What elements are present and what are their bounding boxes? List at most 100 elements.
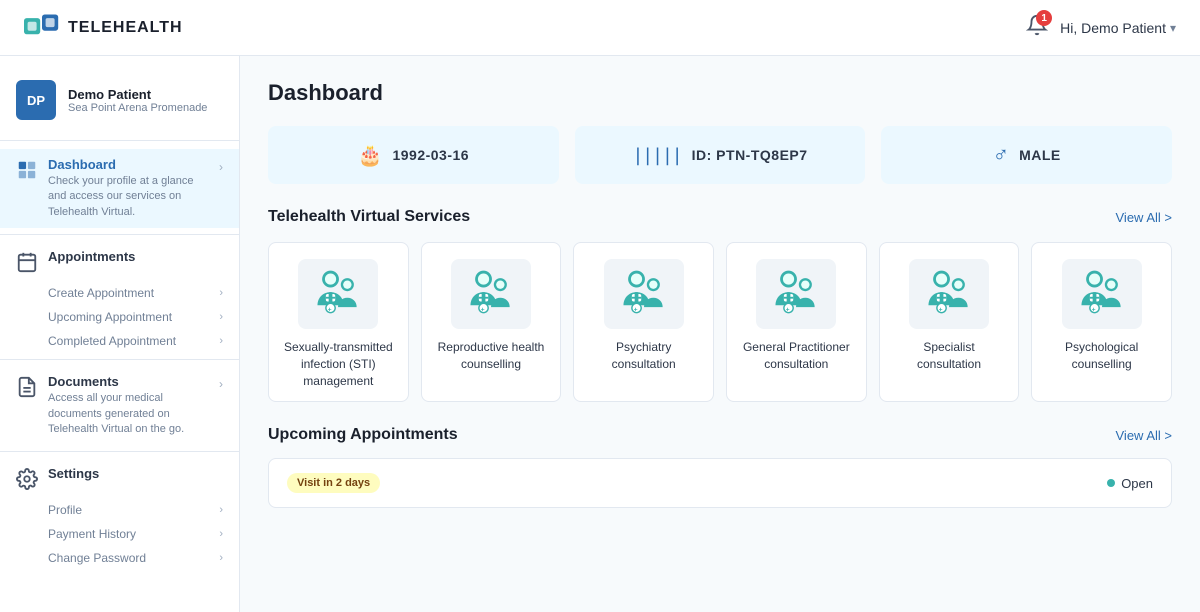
documents-nav-label: Documents — [48, 374, 209, 389]
payment-subitem-chevron: › — [219, 528, 223, 540]
profile-name: Demo Patient — [68, 87, 207, 102]
payment-subitem-label: Payment History — [48, 527, 136, 541]
documents-nav-content: Documents Access all your medical docume… — [48, 374, 209, 437]
psychological-icon-wrapper: + — [1062, 259, 1142, 329]
psychiatry-icon-wrapper: + — [604, 259, 684, 329]
info-cards-row: 🎂 1992-03-16 ||||| ID: PTN-TQ8EP7 ♂ MALE — [268, 126, 1172, 184]
appointments-section-header: Upcoming Appointments View All > — [268, 426, 1172, 444]
gp-doctor-icon: + — [768, 266, 824, 322]
appointment-row: Visit in 2 days Open — [268, 458, 1172, 508]
chevron-down-icon: ▾ — [1170, 21, 1176, 35]
service-card-reproductive[interactable]: + Reproductive health counselling — [421, 242, 562, 402]
services-title: Telehealth Virtual Services — [268, 208, 470, 226]
logo-icon — [24, 14, 60, 42]
appointments-view-all[interactable]: View All > — [1116, 428, 1173, 443]
gender-card: ♂ MALE — [881, 126, 1172, 184]
sidebar: DP Demo Patient Sea Point Arena Promenad… — [0, 56, 240, 612]
sidebar-subitem-completed-appointment[interactable]: Completed Appointment › — [0, 329, 239, 353]
dashboard-nav-content: Dashboard Check your profile at a glance… — [48, 157, 209, 220]
svg-text:+: + — [1091, 307, 1095, 314]
birthday-icon: 🎂 — [358, 143, 383, 168]
change-password-chevron: › — [219, 552, 223, 564]
logo[interactable]: TELEHEALTH — [24, 14, 183, 42]
settings-icon — [16, 468, 38, 490]
notification-bell[interactable]: 1 — [1026, 14, 1048, 41]
settings-nav-label: Settings — [48, 466, 223, 481]
profile-subitem-label: Profile — [48, 503, 82, 517]
profile-location: Sea Point Arena Promenade — [68, 102, 207, 114]
service-card-specialist[interactable]: + Specialist consultation — [879, 242, 1020, 402]
services-view-all[interactable]: View All > — [1116, 210, 1173, 225]
sidebar-subitem-upcoming-appointment[interactable]: Upcoming Appointment › — [0, 305, 239, 329]
svg-text:+: + — [939, 307, 943, 314]
service-card-psychological[interactable]: + Psychological counselling — [1031, 242, 1172, 402]
service-card-sti[interactable]: + Sexually-transmitted infection (STI) m… — [268, 242, 409, 402]
sidebar-subitem-change-password[interactable]: Change Password › — [0, 546, 239, 570]
sti-doctor-icon: + — [310, 266, 366, 322]
main-content: Dashboard 🎂 1992-03-16 ||||| ID: PTN-TQ8… — [240, 56, 1200, 612]
psychological-label: Psychological counselling — [1044, 339, 1159, 373]
appointment-status: Open — [1107, 476, 1153, 491]
reproductive-label: Reproductive health counselling — [434, 339, 549, 373]
user-menu[interactable]: Hi, Demo Patient ▾ — [1060, 20, 1176, 36]
dob-card: 🎂 1992-03-16 — [268, 126, 559, 184]
appointments-nav-content: Appointments — [48, 249, 223, 264]
specialist-label: Specialist consultation — [892, 339, 1007, 373]
create-appointment-chevron: › — [219, 287, 223, 299]
appointments-nav-label: Appointments — [48, 249, 223, 264]
completed-appointment-label: Completed Appointment — [48, 334, 176, 348]
service-card-psychiatry[interactable]: + Psychiatry consultation — [573, 242, 714, 402]
notification-badge: 1 — [1036, 10, 1052, 26]
top-navigation: TELEHEALTH 1 Hi, Demo Patient ▾ — [0, 0, 1200, 56]
sidebar-item-documents[interactable]: Documents Access all your medical docume… — [0, 366, 239, 445]
sidebar-item-dashboard[interactable]: Dashboard Check your profile at a glance… — [0, 149, 239, 228]
appointments-icon — [16, 251, 38, 273]
documents-icon — [16, 376, 38, 398]
gender-value: MALE — [1019, 147, 1061, 163]
patient-id-value: ID: PTN-TQ8EP7 — [692, 147, 808, 163]
dashboard-icon — [16, 159, 38, 181]
nav-divider-3 — [0, 451, 239, 452]
specialist-doctor-icon: + — [921, 266, 977, 322]
documents-nav-desc: Access all your medical documents genera… — [48, 391, 209, 437]
sti-label: Sexually-transmitted infection (STI) man… — [281, 339, 396, 389]
gp-label: General Practitioner consultation — [739, 339, 854, 373]
dashboard-nav-desc: Check your profile at a glance and acces… — [48, 174, 209, 220]
create-appointment-label: Create Appointment — [48, 286, 154, 300]
svg-text:+: + — [328, 307, 332, 314]
nav-divider-2 — [0, 359, 239, 360]
topnav-right: 1 Hi, Demo Patient ▾ — [1026, 14, 1176, 41]
svg-text:+: + — [786, 307, 790, 314]
app-layout: DP Demo Patient Sea Point Arena Promenad… — [0, 56, 1200, 612]
sidebar-item-appointments[interactable]: Appointments — [0, 241, 239, 281]
svg-text:+: + — [481, 307, 485, 314]
appointment-badge: Visit in 2 days — [287, 473, 380, 493]
service-cards-grid: + Sexually-transmitted infection (STI) m… — [268, 242, 1172, 402]
greeting-text: Hi, Demo Patient — [1060, 20, 1166, 36]
sti-icon-wrapper: + — [298, 259, 378, 329]
dashboard-nav-label: Dashboard — [48, 157, 209, 172]
appointments-title: Upcoming Appointments — [268, 426, 458, 444]
upcoming-appointment-label: Upcoming Appointment — [48, 310, 172, 324]
sidebar-subitem-create-appointment[interactable]: Create Appointment › — [0, 281, 239, 305]
sidebar-profile: DP Demo Patient Sea Point Arena Promenad… — [0, 72, 239, 141]
sidebar-subitem-payment[interactable]: Payment History › — [0, 522, 239, 546]
sidebar-subitem-profile[interactable]: Profile › — [0, 498, 239, 522]
appointment-status-text: Open — [1121, 476, 1153, 491]
completed-appointment-chevron: › — [219, 335, 223, 347]
gp-icon-wrapper: + — [756, 259, 836, 329]
sidebar-item-settings[interactable]: Settings — [0, 458, 239, 498]
services-section-header: Telehealth Virtual Services View All > — [268, 208, 1172, 226]
psychiatry-label: Psychiatry consultation — [586, 339, 701, 373]
psychological-doctor-icon: + — [1074, 266, 1130, 322]
reproductive-doctor-icon: + — [463, 266, 519, 322]
psychiatry-doctor-icon: + — [616, 266, 672, 322]
page-title: Dashboard — [268, 80, 1172, 106]
dob-value: 1992-03-16 — [392, 147, 469, 163]
nav-divider-1 — [0, 234, 239, 235]
patient-id-card: ||||| ID: PTN-TQ8EP7 — [575, 126, 866, 184]
profile-info: Demo Patient Sea Point Arena Promenade — [68, 87, 207, 114]
service-card-gp[interactable]: + General Practitioner consultation — [726, 242, 867, 402]
avatar: DP — [16, 80, 56, 120]
reproductive-icon-wrapper: + — [451, 259, 531, 329]
